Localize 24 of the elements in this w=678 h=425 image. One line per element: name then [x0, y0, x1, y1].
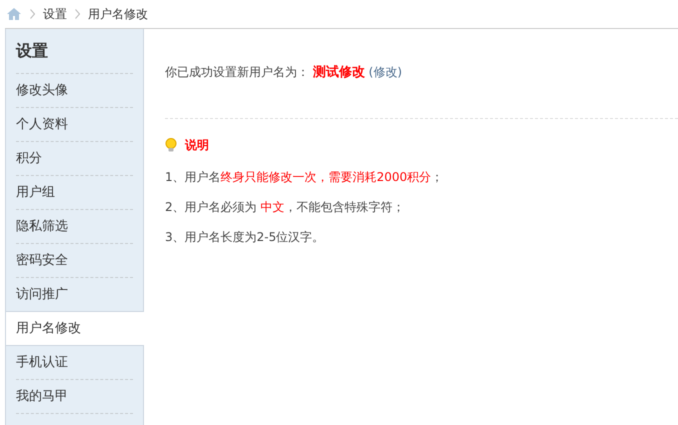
notes-title: 说明 — [185, 136, 209, 154]
edit-link[interactable]: (修改) — [368, 65, 402, 79]
username: 测试修改 — [312, 65, 365, 80]
sidebar-item[interactable]: 手机认证 — [16, 346, 133, 380]
sidebar-item[interactable]: 访问推广 — [16, 278, 133, 311]
breadcrumb-link[interactable]: 用户名修改 — [88, 6, 148, 22]
sidebar-item[interactable]: 用户名修改 — [6, 311, 144, 346]
rule-text: 3、用户名长度为2-5位汉字。 — [165, 229, 326, 245]
lightbulb-icon — [165, 138, 177, 152]
chevron-icon — [30, 9, 35, 19]
rule-text: 1、用户名终身只能修改一次，需要消耗2000积分； — [165, 169, 444, 185]
status-message: 你已成功设置新用户名为： — [165, 65, 309, 79]
sidebar-item[interactable]: 个人资料 — [16, 108, 133, 142]
sidebar-title: 设置 — [16, 41, 48, 60]
sidebar-item[interactable]: 修改头像 — [16, 74, 133, 108]
sidebar-item[interactable]: 隐私筛选 — [16, 210, 133, 244]
sidebar-item[interactable]: 我的马甲 — [16, 380, 133, 414]
breadcrumb-link[interactable]: 设置 — [43, 6, 67, 22]
sidebar-item[interactable]: 密码安全 — [16, 244, 133, 278]
rule-text: 2、用户名必须为 中文，不能包含特殊字符； — [165, 199, 406, 215]
sidebar-item[interactable]: 用户组 — [16, 176, 133, 210]
sidebar-item[interactable]: 积分 — [16, 142, 133, 176]
chevron-icon — [75, 9, 80, 19]
home-icon[interactable] — [6, 7, 22, 21]
